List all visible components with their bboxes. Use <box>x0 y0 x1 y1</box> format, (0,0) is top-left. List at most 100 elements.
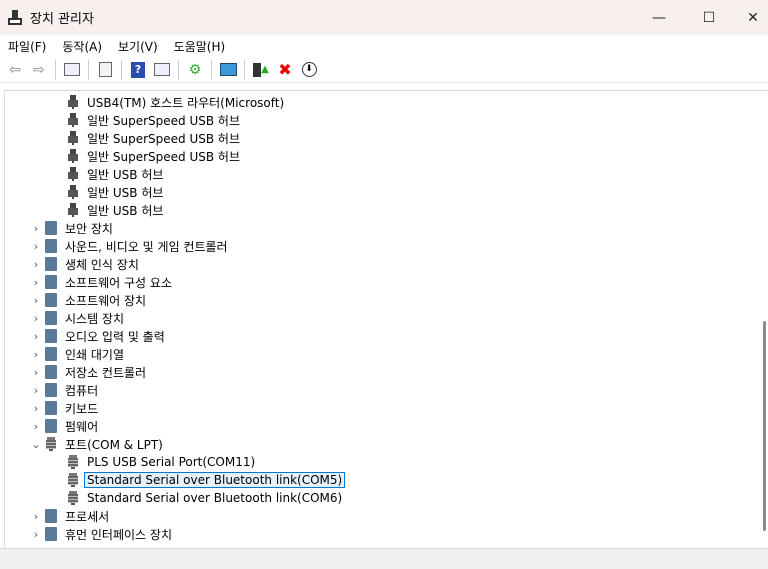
usb-plug-icon <box>67 95 79 109</box>
chevron-right-icon[interactable]: › <box>31 312 41 325</box>
enable-device-icon[interactable]: ▲ <box>251 60 271 80</box>
category-item[interactable]: › 생체 인식 장치 <box>34 255 139 273</box>
help-icon[interactable]: ? <box>128 60 148 80</box>
device-item[interactable]: Standard Serial over Bluetooth link(COM5… <box>67 471 346 489</box>
device-category-icon <box>45 527 57 541</box>
device-item[interactable]: 일반 USB 허브 <box>67 201 163 219</box>
device-category-icon <box>45 239 57 253</box>
category-item[interactable]: › 사운드, 비디오 및 게임 컨트롤러 <box>34 237 228 255</box>
item-label: 소프트웨어 구성 요소 <box>65 275 172 290</box>
usb-plug-icon <box>67 203 79 217</box>
chevron-right-icon[interactable]: › <box>31 330 41 343</box>
category-item[interactable]: › 휴먼 인터페이스 장치 <box>34 525 172 543</box>
item-label: 일반 USB 허브 <box>87 185 164 200</box>
chevron-right-icon[interactable]: › <box>31 510 41 523</box>
item-label: 포트(COM & LPT) <box>65 437 163 452</box>
category-item[interactable]: › 컴퓨터 <box>34 381 99 399</box>
usb-plug-icon <box>67 167 79 181</box>
category-item[interactable]: › 오디오 입력 및 출력 <box>34 327 165 345</box>
chevron-right-icon[interactable]: › <box>31 258 41 271</box>
device-category-icon <box>45 257 57 271</box>
maximize-button[interactable]: ☐ <box>686 0 732 35</box>
item-label: 일반 SuperSpeed USB 허브 <box>87 149 241 164</box>
device-item[interactable]: 일반 USB 허브 <box>67 183 163 201</box>
scan-hardware-icon[interactable] <box>218 60 238 80</box>
vertical-scrollbar[interactable] <box>760 91 768 548</box>
device-item[interactable]: 일반 USB 허브 <box>67 165 163 183</box>
title-bar: 장치 관리자 — ☐ ✕ <box>0 0 768 35</box>
device-category-icon <box>45 329 57 343</box>
category-item[interactable]: › 프로세서 <box>34 507 109 525</box>
chevron-right-icon[interactable]: › <box>31 528 41 541</box>
category-item[interactable]: › 보안 장치 <box>34 219 113 237</box>
menu-file[interactable]: 파일(F) <box>8 38 46 55</box>
device-item[interactable]: USB4(TM) 호스트 라우터(Microsoft) <box>67 93 284 111</box>
device-item[interactable]: Standard Serial over Bluetooth link(COM6… <box>67 489 342 507</box>
menu-help[interactable]: 도움말(H) <box>174 38 226 55</box>
category-item[interactable]: › 소프트웨어 장치 <box>34 291 147 309</box>
update-driver-icon[interactable]: ⚙ <box>185 60 205 80</box>
usb-plug-icon <box>67 149 79 163</box>
status-bar <box>0 548 768 569</box>
usb-plug-icon <box>67 113 79 127</box>
device-category-icon <box>45 311 57 325</box>
category-item[interactable]: › 저장소 컨트롤러 <box>34 363 147 381</box>
item-label: 생체 인식 장치 <box>65 257 139 272</box>
category-item[interactable]: › 펌웨어 <box>34 417 99 435</box>
chevron-down-icon[interactable]: ⌄ <box>31 438 41 451</box>
item-label: PLS USB Serial Port(COM11) <box>87 455 256 469</box>
item-label: 일반 USB 허브 <box>87 167 164 182</box>
item-label: Standard Serial over Bluetooth link(COM5… <box>84 472 346 488</box>
forward-icon[interactable]: ⇨ <box>29 60 49 80</box>
device-category-icon <box>45 401 57 415</box>
device-item[interactable]: 일반 SuperSpeed USB 허브 <box>67 129 240 147</box>
item-label: 보안 장치 <box>65 221 113 236</box>
item-label: 오디오 입력 및 출력 <box>65 329 165 344</box>
back-icon[interactable]: ⇦ <box>5 60 25 80</box>
show-hide-tree-icon[interactable] <box>62 60 82 80</box>
category-item[interactable]: › 시스템 장치 <box>34 309 124 327</box>
minimize-button[interactable]: — <box>636 0 682 35</box>
device-category-icon <box>45 275 57 289</box>
chevron-right-icon[interactable]: › <box>31 348 41 361</box>
device-category-icon <box>45 383 57 397</box>
chevron-right-icon[interactable]: › <box>31 420 41 433</box>
serial-port-icon <box>67 491 79 505</box>
item-label: 일반 USB 허브 <box>87 203 164 218</box>
category-item[interactable]: ⌄ 포트(COM & LPT) <box>31 435 163 453</box>
uninstall-icon[interactable]: ✖ <box>275 60 295 80</box>
chevron-right-icon[interactable]: › <box>31 240 41 253</box>
category-item[interactable]: › 인쇄 대기열 <box>34 345 124 363</box>
category-item[interactable]: › 소프트웨어 구성 요소 <box>34 273 172 291</box>
chevron-right-icon[interactable]: › <box>31 276 41 289</box>
chevron-right-icon[interactable]: › <box>31 366 41 379</box>
chevron-right-icon[interactable]: › <box>31 294 41 307</box>
item-label: 일반 SuperSpeed USB 허브 <box>87 131 241 146</box>
action-pane-icon[interactable] <box>152 60 172 80</box>
menu-action[interactable]: 동작(A) <box>62 38 102 55</box>
scrollbar-thumb[interactable] <box>763 321 766 531</box>
item-label: 컴퓨터 <box>65 383 99 398</box>
item-label: 소프트웨어 장치 <box>65 293 147 308</box>
item-label: Standard Serial over Bluetooth link(COM6… <box>87 491 343 505</box>
serial-port-icon <box>67 473 79 487</box>
disable-icon[interactable]: ⬇ <box>299 60 319 80</box>
usb-plug-icon <box>67 131 79 145</box>
category-item[interactable]: › 키보드 <box>34 399 98 417</box>
device-category-icon <box>45 419 57 433</box>
device-item[interactable]: 일반 SuperSpeed USB 허브 <box>67 111 240 129</box>
chevron-right-icon[interactable]: › <box>31 402 41 415</box>
item-label: 펌웨어 <box>65 419 99 434</box>
menu-view[interactable]: 보기(V) <box>118 38 158 55</box>
device-item[interactable]: PLS USB Serial Port(COM11) <box>67 453 255 471</box>
item-label: 휴먼 인터페이스 장치 <box>65 527 172 542</box>
properties-icon[interactable] <box>95 60 115 80</box>
item-label: 저장소 컨트롤러 <box>65 365 147 380</box>
serial-port-icon <box>67 455 79 469</box>
device-item[interactable]: 일반 SuperSpeed USB 허브 <box>67 147 240 165</box>
chevron-right-icon[interactable]: › <box>31 222 41 235</box>
chevron-right-icon[interactable]: › <box>31 384 41 397</box>
usb-plug-icon <box>67 185 79 199</box>
window-title: 장치 관리자 <box>30 12 94 27</box>
close-button[interactable]: ✕ <box>730 0 768 35</box>
